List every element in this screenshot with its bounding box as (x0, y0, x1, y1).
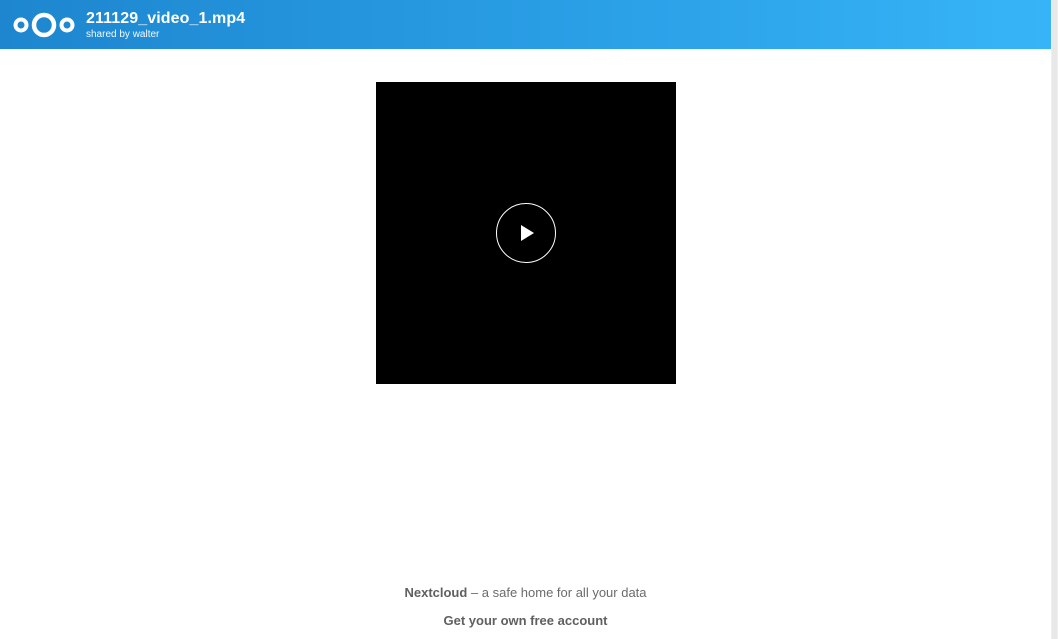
play-icon (521, 225, 534, 241)
play-button[interactable] (496, 203, 556, 263)
get-account-link[interactable]: Get your own free account (444, 612, 608, 630)
scrollbar-thumb[interactable] (1052, 0, 1057, 639)
nextcloud-logo-icon[interactable] (13, 11, 75, 39)
vertical-scrollbar[interactable] (1051, 0, 1058, 639)
shared-by-label: shared by walter (86, 29, 160, 40)
header-bar: 211129_video_1.mp4 shared by walter (0, 0, 1051, 49)
footer: Nextcloud – a safe home for all your dat… (0, 584, 1051, 630)
footer-brand[interactable]: Nextcloud (404, 585, 467, 600)
file-title: 211129_video_1.mp4 (86, 10, 246, 27)
title-block: 211129_video_1.mp4 shared by walter (86, 9, 245, 41)
footer-tagline: Nextcloud – a safe home for all your dat… (0, 584, 1051, 602)
footer-tagline-text: – a safe home for all your data (467, 585, 647, 600)
video-player[interactable] (376, 82, 676, 384)
